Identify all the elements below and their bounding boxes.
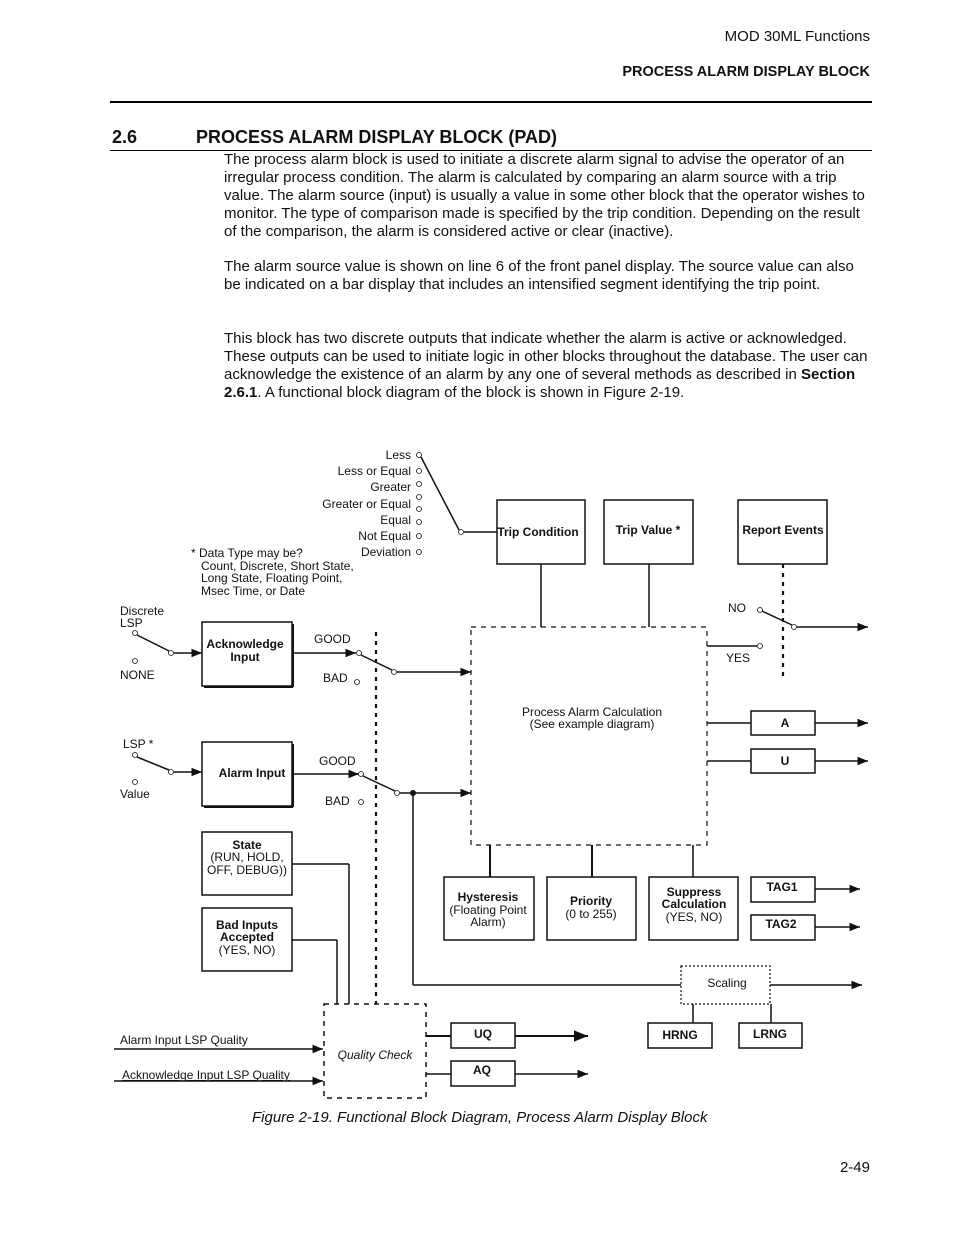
trip-value-label: Trip Value * (616, 523, 681, 537)
svg-text:Msec Time, or Date: Msec Time, or Date (201, 584, 305, 598)
value-label: Value (120, 787, 150, 801)
figure-caption: Figure 2-19. Functional Block Diagram, P… (252, 1109, 708, 1126)
alarm-input-lsp-quality-label: Alarm Input LSP Quality (120, 1033, 248, 1047)
trip-option-not-equal: Not Equal (358, 529, 411, 543)
selector-contacts (416, 452, 464, 555)
output-u-label: U (781, 754, 790, 768)
uq-label: UQ (474, 1027, 492, 1041)
trip-option-deviation: Deviation (361, 545, 411, 559)
none-label: NONE (120, 668, 155, 682)
suppress-options: (YES, NO) (666, 910, 723, 924)
paragraph-outputs-text-1: This block has two discrete outputs that… (224, 330, 868, 383)
running-header-section: PROCESS ALARM DISPLAY BLOCK (622, 64, 870, 80)
lrng-label: LRNG (753, 1027, 787, 1041)
priority-range: (0 to 255) (565, 907, 616, 921)
acknowledge-input-label-2: Input (230, 650, 259, 664)
paragraph-outputs: This block has two discrete outputs that… (224, 330, 874, 402)
tag2-label: TAG2 (765, 917, 796, 931)
svg-text:* Data Type may be?: * Data Type may be? (191, 546, 303, 560)
paragraph-source-value: The alarm source value is shown on line … (224, 258, 854, 293)
trip-option-greater: Greater (370, 480, 411, 494)
data-type-note: * Data Type may be? Count, Discrete, Sho… (191, 546, 354, 598)
calc-label-2: (See example diagram) (530, 717, 655, 731)
quality-check-label: Quality Check (338, 1048, 414, 1062)
section-title: PROCESS ALARM DISPLAY BLOCK (PAD) (196, 127, 558, 147)
hysteresis-desc-2: Alarm) (470, 915, 505, 929)
section-number: 2.6 (112, 127, 138, 147)
ack-bad-label: BAD (323, 671, 348, 685)
trip-option-less: Less (386, 448, 411, 462)
no-label: NO (728, 601, 746, 615)
trip-condition-label: Trip Condition (497, 525, 578, 539)
bad-inputs-options: (YES, NO) (219, 943, 276, 957)
lsp-star-label: LSP * (123, 737, 154, 751)
functional-block-diagram: Less Less or Equal Greater Greater or Eq… (114, 448, 868, 1099)
trip-condition-selector: Less Less or Equal Greater Greater or Eq… (322, 448, 497, 559)
running-header-chapter: MOD 30ML Functions (724, 28, 870, 45)
lsp-label: LSP (120, 616, 143, 630)
report-events-label: Report Events (742, 523, 824, 537)
scaling-label: Scaling (707, 976, 746, 990)
state-options-2: OFF, DEBUG)) (207, 863, 287, 877)
state-options-1: (RUN, HOLD, (210, 850, 283, 864)
trip-option-equal: Equal (380, 513, 411, 527)
alarm-input-label: Alarm Input (219, 766, 286, 780)
trip-option-greater-or-equal: Greater or Equal (322, 497, 411, 511)
bad-inputs-label-2: Accepted (220, 930, 274, 944)
acknowledge-input-label-1: Acknowledge (206, 637, 284, 651)
trip-option-less-or-equal: Less or Equal (338, 464, 411, 478)
suppress-label-2: Calculation (662, 897, 727, 911)
ack-input-lsp-quality-label: Acknowledge Input LSP Quality (122, 1068, 290, 1082)
alarm-good-label: GOOD (319, 754, 356, 768)
svg-text:Long State, Floating Point,: Long State, Floating Point, (201, 571, 342, 585)
priority-label: Priority (570, 894, 612, 908)
hysteresis-label: Hysteresis (458, 890, 519, 904)
process-alarm-calculation-block (470, 626, 708, 846)
output-a-label: A (781, 716, 790, 730)
hrng-label: HRNG (662, 1028, 697, 1042)
paragraph-intro: The process alarm block is used to initi… (224, 151, 865, 240)
yes-label: YES (726, 651, 750, 665)
tag1-label: TAG1 (766, 880, 797, 894)
aq-label: AQ (473, 1063, 491, 1077)
alarm-bad-label: BAD (325, 794, 350, 808)
page-number: 2-49 (839, 1159, 870, 1176)
ack-good-label: GOOD (314, 632, 351, 646)
paragraph-outputs-text-2: . A functional block diagram of the bloc… (257, 384, 685, 401)
header-rule (110, 101, 872, 103)
